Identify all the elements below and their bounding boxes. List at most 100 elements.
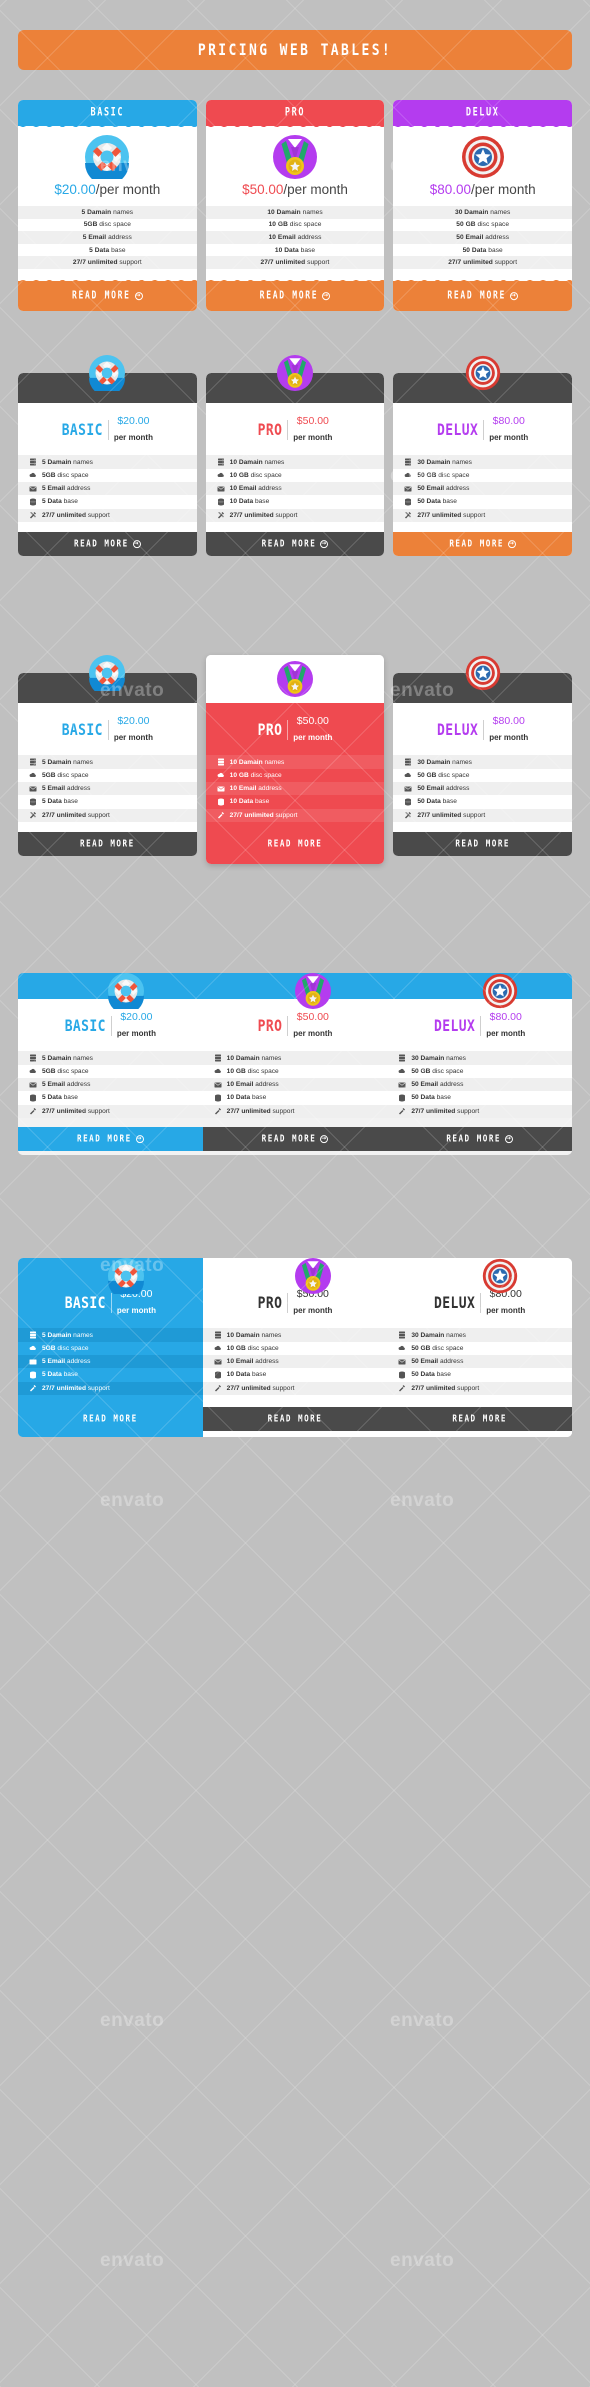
feature-row: 5GB disc space xyxy=(18,468,197,483)
price-amount: $80.00 xyxy=(492,715,525,727)
plan-grid: BASIC $20.00/per month 5 Damain names 5G… xyxy=(18,100,573,311)
price-period: /per month xyxy=(95,182,161,197)
read-more-label: READ MORE xyxy=(83,1413,138,1425)
read-more-button[interactable]: READ MORE xyxy=(202,1406,388,1431)
read-more-label: READ MORE xyxy=(447,290,506,302)
server-icon xyxy=(214,1331,221,1339)
shield-star-icon xyxy=(482,1258,518,1294)
read-more-button[interactable]: READ MORE → xyxy=(393,531,573,556)
feature-row: 30 Damain names xyxy=(387,1328,572,1342)
price-amount: $50.00 xyxy=(296,1011,329,1023)
lifebuoy-icon xyxy=(108,1258,144,1294)
feature-list: 30 Damain names 50 GB disc space 50 Emai… xyxy=(393,755,573,822)
feature-row: 50 GB disc space xyxy=(393,768,573,783)
plan-price: $20.00 per month xyxy=(114,715,153,745)
feature-row: 5 Damain names xyxy=(18,1328,203,1342)
feature-row: 27/7 unlimited support xyxy=(205,508,385,522)
medal-icon xyxy=(277,355,313,391)
pricing-variant-5: BASIC $20.00 per month 5 Damain names 5G… xyxy=(18,1240,572,1437)
plan-name: BASIC xyxy=(61,721,103,740)
lifebuoy-icon xyxy=(89,655,126,691)
plan-name: BASIC xyxy=(61,421,103,440)
tools-icon xyxy=(399,1108,406,1115)
plan-column-delux: DELUX $80.00/per month 30 Damain names 5… xyxy=(393,100,573,311)
price-amount: $80.00 xyxy=(492,415,525,427)
feature-row: 27/7 unlimited support xyxy=(18,1381,203,1395)
tools-icon xyxy=(30,1385,36,1392)
price-period: per month xyxy=(293,733,333,743)
feature-row: 5 Damain names xyxy=(18,455,197,469)
read-more-button[interactable]: READ MORE xyxy=(393,831,573,856)
read-more-button[interactable]: READ MORE xyxy=(18,1406,203,1431)
cloud-icon xyxy=(29,773,36,778)
envelope-icon xyxy=(398,1359,406,1365)
feature-row: 5 Data base xyxy=(18,495,197,509)
plan-column-basic: BASIC $20.00/per month 5 Damain names 5G… xyxy=(18,100,197,311)
cloud-icon xyxy=(29,473,36,478)
divider xyxy=(110,1293,112,1314)
plan-card: PRO $50.00/per month 10 Damain names 10 … xyxy=(205,100,385,311)
tools-icon xyxy=(30,1108,36,1115)
plan-column-delux: DELUX $80.00 per month 30 Damain names 5… xyxy=(393,355,573,556)
arrow-right-icon: → xyxy=(510,291,518,301)
feature-row: 50 GB disc space xyxy=(393,218,573,232)
plan-card: DELUX $80.00/per month 30 Damain names 5… xyxy=(393,100,573,311)
plan-name: BASIC xyxy=(64,1294,106,1313)
feature-row: 5 Email address xyxy=(18,482,197,496)
read-more-button[interactable]: READ MORE → xyxy=(202,1126,388,1151)
read-more-button[interactable]: READ MORE → xyxy=(387,1126,572,1151)
feature-row: 50 Data base xyxy=(393,495,573,509)
shield-star-icon xyxy=(465,655,501,691)
arrow-right-icon: → xyxy=(320,539,329,548)
read-more-label: READ MORE xyxy=(259,290,319,302)
plan-column-pro-featured: PRO $50.00 per month 10 Damain names 10 … xyxy=(205,655,385,864)
feature-row: 5 Damain names xyxy=(18,755,197,769)
page-title: PRICING WEB TABLES! xyxy=(197,40,393,60)
read-more-button[interactable]: READ MORE → xyxy=(18,531,197,556)
plan-price: $20.00 per month xyxy=(117,1011,156,1041)
tools-icon xyxy=(405,812,412,819)
read-more-label: READ MORE xyxy=(80,838,135,850)
plan-name: PRO xyxy=(257,721,283,740)
feature-row: 27/7 unlimited support xyxy=(202,1381,388,1395)
cloud-icon xyxy=(214,1069,221,1074)
read-more-button[interactable]: READ MORE xyxy=(387,1406,572,1431)
plan-title-row: DELUX $80.00 per month xyxy=(387,1258,572,1328)
tools-icon xyxy=(214,1385,221,1392)
cloud-icon xyxy=(404,773,412,778)
price-period: /per month xyxy=(471,182,536,197)
plan-name: DELUX xyxy=(437,421,479,440)
read-more-button[interactable]: READ MORE → xyxy=(393,276,573,311)
feature-list: 10 Damain names 10 GB disc space 10 Emai… xyxy=(202,1328,388,1395)
price-period: per month xyxy=(489,733,529,743)
plan-card: BASIC $20.00/per month 5 Damain names 5G… xyxy=(18,100,197,311)
envelope-icon xyxy=(398,1082,406,1088)
database-icon xyxy=(30,798,36,806)
feature-row: 5 Email address 10 Email address 50 Emai… xyxy=(18,1078,572,1092)
feature-row: 50 Email address xyxy=(393,482,573,496)
read-more-button[interactable]: READ MORE → xyxy=(205,531,385,556)
feature-list: 5 Damain names 5GB disc space 5 Email ad… xyxy=(18,1328,203,1395)
read-more-button[interactable]: READ MORE → xyxy=(18,1126,203,1151)
envelope-icon xyxy=(29,486,37,492)
cloud-icon xyxy=(398,1069,406,1074)
feature-row: 10 Damain names xyxy=(205,206,385,219)
feature-row: 30 Damain names xyxy=(393,455,573,469)
feature-row: 27/7 unlimited support xyxy=(18,808,197,822)
plan-column-pro: PRO $50.00/per month 10 Damain names 10 … xyxy=(205,100,385,311)
database-icon xyxy=(30,1094,36,1102)
server-icon xyxy=(30,1054,36,1062)
read-more-button[interactable]: READ MORE xyxy=(205,831,385,856)
shield-star-icon xyxy=(461,136,504,178)
read-more-button[interactable]: READ MORE xyxy=(18,831,197,856)
price-period: per month xyxy=(116,1306,156,1316)
feature-row: 5GB disc space xyxy=(18,1341,203,1356)
read-more-button[interactable]: READ MORE → xyxy=(18,276,197,311)
plan-price: $80.00 per month xyxy=(489,415,528,445)
divider xyxy=(287,1293,289,1314)
read-more-button[interactable]: READ MORE → xyxy=(205,276,385,311)
plan-card: DELUX $80.00 per month 30 Damain names 5… xyxy=(393,373,573,556)
plan-icon-wrap xyxy=(393,126,572,180)
plan-header: DELUX xyxy=(393,100,573,130)
divider xyxy=(107,720,109,741)
